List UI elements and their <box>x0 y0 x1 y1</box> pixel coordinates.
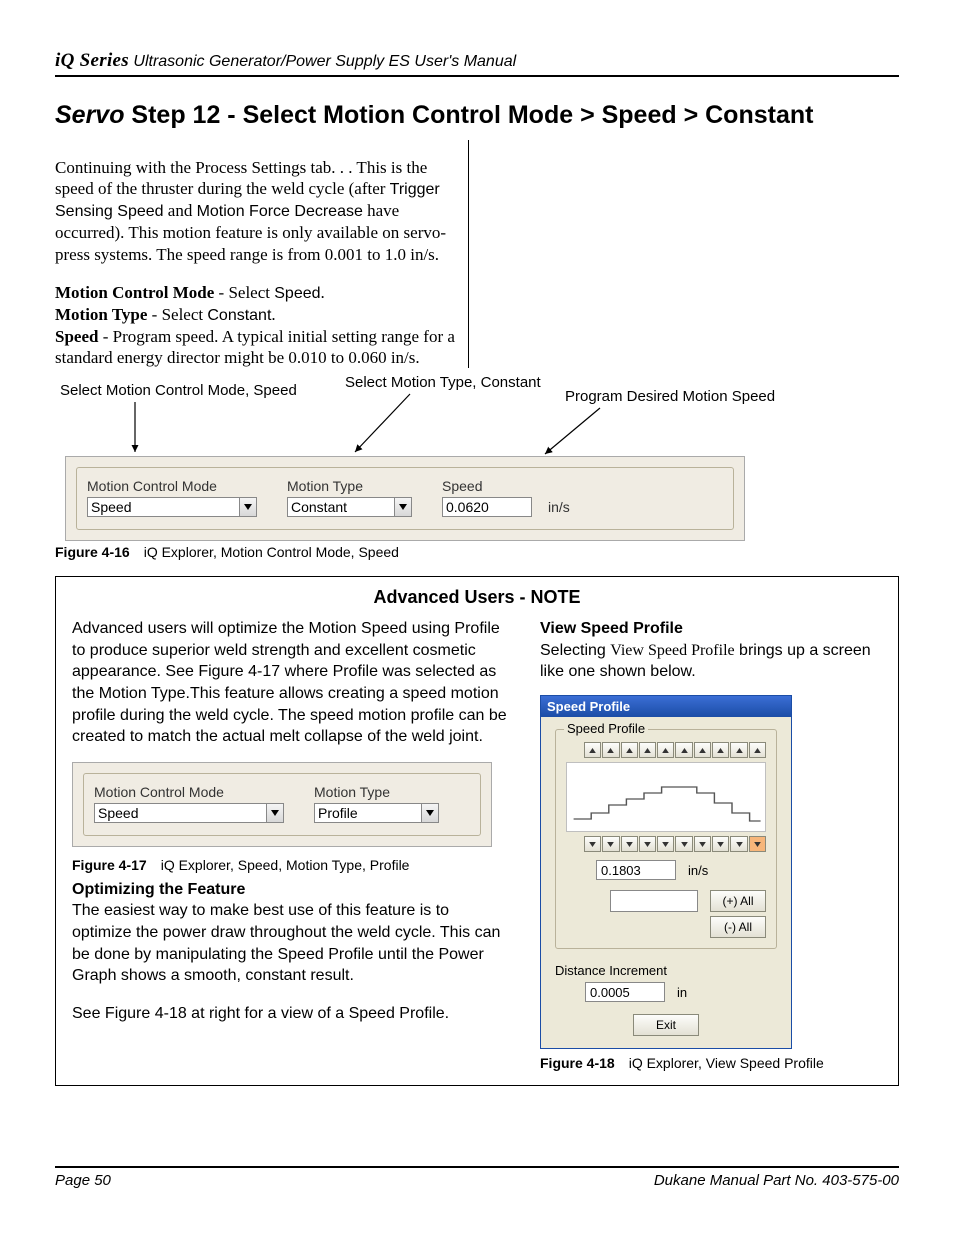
view-speed-profile-para: Selecting View Speed Profile brings up a… <box>540 640 882 683</box>
spin-up-row <box>584 742 766 758</box>
running-header: iQ Series Ultrasonic Generator/Power Sup… <box>55 50 899 77</box>
distance-increment-unit: in <box>677 985 687 1000</box>
chevron-down-icon[interactable] <box>394 498 411 516</box>
figure-4-18-caption: Figure 4-18iQ Explorer, View Speed Profi… <box>540 1055 882 1071</box>
spin-down-button[interactable] <box>621 836 638 852</box>
chevron-down-icon[interactable] <box>239 498 256 516</box>
speed-profile-group: Speed Profile <box>555 729 777 949</box>
speed-profile-titlebar: Speed Profile <box>541 696 791 717</box>
mcm-field: Motion Control Mode Speed <box>87 478 257 517</box>
mcm-label: Motion Control Mode <box>87 478 257 494</box>
spin-down-button[interactable] <box>675 836 692 852</box>
figure-4-17-caption: Figure 4-17iQ Explorer, Speed, Motion Ty… <box>72 857 512 873</box>
spin-up-button[interactable] <box>730 742 747 758</box>
motion-type-select-2[interactable]: Profile <box>314 803 439 823</box>
spin-up-button[interactable] <box>602 742 619 758</box>
optimize-heading: Optimizing the Feature <box>72 879 512 901</box>
all-value-input[interactable] <box>610 890 698 912</box>
iq-explorer-panel-fig16: Motion Control Mode Speed Motion Type Co… <box>65 456 745 541</box>
speed-profile-unit: in/s <box>688 863 708 878</box>
header-brand: iQ Series <box>55 50 129 71</box>
speed-input[interactable]: 0.0620 <box>442 497 532 517</box>
mcm-label-2: Motion Control Mode <box>94 784 284 800</box>
chevron-down-icon[interactable] <box>421 804 438 822</box>
spin-up-button[interactable] <box>621 742 638 758</box>
callouts-block: Select Motion Control Mode, Speed Select… <box>55 374 899 524</box>
speed-profile-window: Speed Profile Speed Profile <box>540 695 792 1049</box>
intro-paragraph: Continuing with the Process Settings tab… <box>55 157 460 265</box>
page-number: Page 50 <box>55 1172 111 1189</box>
mcm-field-2: Motion Control Mode Speed <box>94 784 284 823</box>
motion-type-label-2: Motion Type <box>314 784 439 800</box>
title-servo: Servo <box>55 101 124 129</box>
speed-profile-graph <box>566 762 766 832</box>
advanced-users-note: Advanced Users - NOTE Advanced users wil… <box>55 576 899 1086</box>
figure-4-16-caption: Figure 4-16iQ Explorer, Motion Control M… <box>55 544 899 560</box>
plus-all-button[interactable]: (+) All <box>710 890 766 912</box>
spin-down-button[interactable] <box>694 836 711 852</box>
motion-type-select[interactable]: Constant <box>287 497 412 517</box>
mcm-select-2[interactable]: Speed <box>94 803 284 823</box>
page-title: Servo Step 12 - Select Motion Control Mo… <box>55 101 899 130</box>
speed-label: Speed <box>442 478 532 494</box>
spin-down-button[interactable] <box>639 836 656 852</box>
chevron-down-icon[interactable] <box>266 804 283 822</box>
spin-up-button[interactable] <box>639 742 656 758</box>
optimize-para-1: The easiest way to make best use of this… <box>72 900 512 986</box>
view-speed-profile-heading: View Speed Profile <box>540 618 882 640</box>
spin-down-button[interactable] <box>749 836 766 852</box>
spin-up-button[interactable] <box>694 742 711 758</box>
spin-down-button[interactable] <box>602 836 619 852</box>
speed-unit: in/s <box>548 499 570 517</box>
spin-down-button[interactable] <box>657 836 674 852</box>
note-title: Advanced Users - NOTE <box>72 587 882 608</box>
minus-all-button[interactable]: (-) All <box>710 916 766 938</box>
iq-explorer-panel-fig17: Motion Control Mode Speed Motion Type Pr… <box>72 762 492 847</box>
setting-line-speed: Speed - Program speed. A typical initial… <box>55 326 460 369</box>
spin-down-button[interactable] <box>712 836 729 852</box>
distance-increment-input[interactable]: 0.0005 <box>585 982 665 1002</box>
spin-down-button[interactable] <box>730 836 747 852</box>
spin-down-row <box>584 836 766 852</box>
spin-up-button[interactable] <box>749 742 766 758</box>
page-footer: Page 50 Dukane Manual Part No. 403-575-0… <box>55 1166 899 1189</box>
spin-down-button[interactable] <box>584 836 601 852</box>
distance-increment-label: Distance Increment <box>555 963 777 978</box>
setting-line-mcm: Motion Control Mode - Select Speed. <box>55 282 460 304</box>
spin-up-button[interactable] <box>712 742 729 758</box>
spin-up-button[interactable] <box>657 742 674 758</box>
exit-button[interactable]: Exit <box>633 1014 699 1036</box>
motion-type-label: Motion Type <box>287 478 412 494</box>
spin-up-button[interactable] <box>675 742 692 758</box>
setting-line-motion-type: Motion Type - Select Constant. <box>55 304 460 326</box>
mcm-select[interactable]: Speed <box>87 497 257 517</box>
optimize-para-2: See Figure 4-18 at right for a view of a… <box>72 1003 512 1025</box>
title-rest: Step 12 - Select Motion Control Mode > S… <box>124 101 813 129</box>
speed-profile-legend: Speed Profile <box>564 721 648 736</box>
manual-part-number: Dukane Manual Part No. 403-575-00 <box>654 1172 899 1189</box>
speed-field: Speed 0.0620 <box>442 478 532 517</box>
header-subtitle: Ultrasonic Generator/Power Supply ES Use… <box>129 53 516 70</box>
speed-profile-value-input[interactable]: 0.1803 <box>596 860 676 880</box>
note-left-para: Advanced users will optimize the Motion … <box>72 618 512 748</box>
motion-type-field-2: Motion Type Profile <box>314 784 439 823</box>
motion-type-field: Motion Type Constant <box>287 478 412 517</box>
spin-up-button[interactable] <box>584 742 601 758</box>
